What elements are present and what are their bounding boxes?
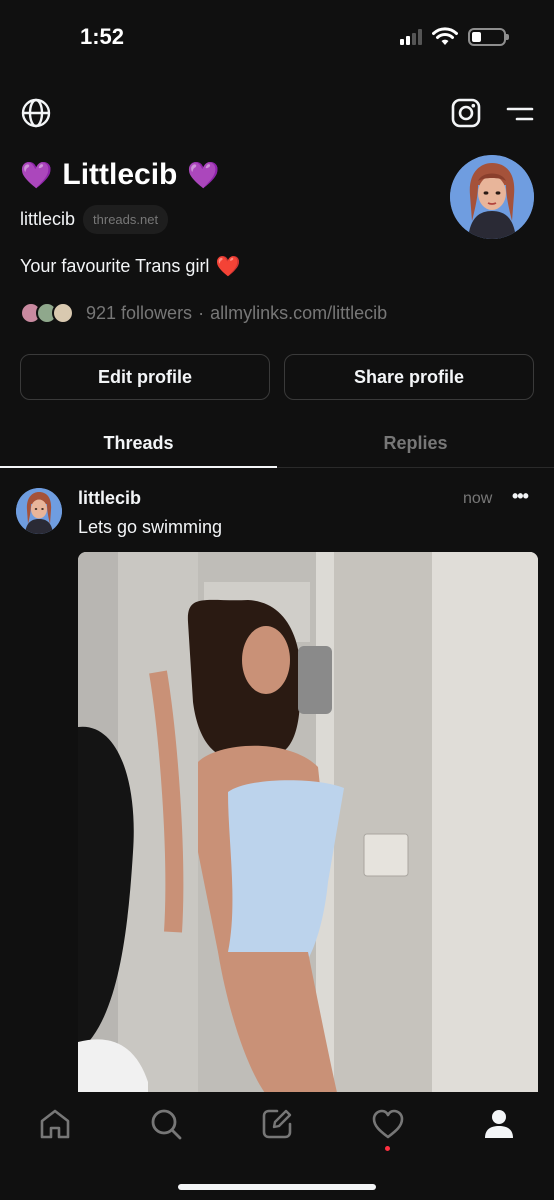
followers-count[interactable]: 921 followers — [86, 303, 192, 324]
red-heart-emoji: ❤️ — [215, 256, 241, 278]
home-indicator[interactable] — [178, 1184, 376, 1190]
avatar[interactable] — [16, 488, 62, 534]
heart-icon[interactable] — [370, 1106, 406, 1142]
battery-level — [472, 32, 481, 42]
domain-badge[interactable]: threads.net — [83, 205, 169, 234]
profile-header: 💜 Littlecib 💜 littlecib threads.net Your… — [20, 155, 534, 279]
status-icons — [400, 27, 509, 47]
notification-dot — [385, 1146, 390, 1151]
more-options-icon[interactable]: ••• — [512, 486, 529, 507]
globe-icon[interactable] — [20, 97, 52, 129]
tab-threads[interactable]: Threads — [0, 420, 277, 468]
profile-link[interactable]: allmylinks.com/littlecib — [210, 303, 387, 324]
wifi-icon — [432, 27, 458, 45]
separator-dot: · — [198, 302, 205, 323]
avatar[interactable] — [450, 155, 534, 239]
profile-meta: 921 followers · allmylinks.com/littlecib — [20, 299, 387, 327]
status-bar: 1:52 — [0, 0, 554, 76]
profile-icon[interactable] — [481, 1106, 517, 1142]
compose-icon[interactable] — [259, 1106, 295, 1142]
battery-icon — [468, 28, 509, 46]
menu-icon[interactable] — [505, 100, 535, 128]
search-icon[interactable] — [148, 1106, 184, 1142]
avatar — [52, 302, 74, 324]
bottom-nav — [0, 1092, 554, 1200]
bio: Your favourite Trans girl ❤️ — [20, 254, 534, 279]
status-time: 1:52 — [80, 24, 125, 49]
bio-text: Your favourite Trans girl — [20, 256, 210, 276]
share-profile-button[interactable]: Share profile — [284, 354, 534, 400]
purple-heart-emoji: 💜 — [20, 159, 53, 190]
post-photo — [78, 552, 538, 1097]
display-name-text: Littlecib — [62, 158, 178, 191]
purple-heart-emoji: 💜 — [187, 159, 220, 190]
post-image[interactable] — [78, 552, 538, 1097]
post-timestamp: now — [463, 490, 493, 507]
post-username[interactable]: littlecib — [78, 488, 141, 509]
username: littlecib — [20, 209, 76, 229]
profile-actions: Edit profile Share profile — [20, 354, 534, 400]
top-nav — [0, 94, 554, 134]
instagram-icon[interactable] — [450, 97, 482, 129]
profile-tabs: Threads Replies — [0, 420, 554, 468]
follower-avatars — [20, 302, 74, 324]
edit-profile-button[interactable]: Edit profile — [20, 354, 270, 400]
post-text: Lets go swimming — [78, 517, 223, 537]
tab-replies[interactable]: Replies — [277, 420, 554, 467]
home-icon[interactable] — [37, 1106, 73, 1142]
cellular-signal-icon — [400, 29, 422, 45]
